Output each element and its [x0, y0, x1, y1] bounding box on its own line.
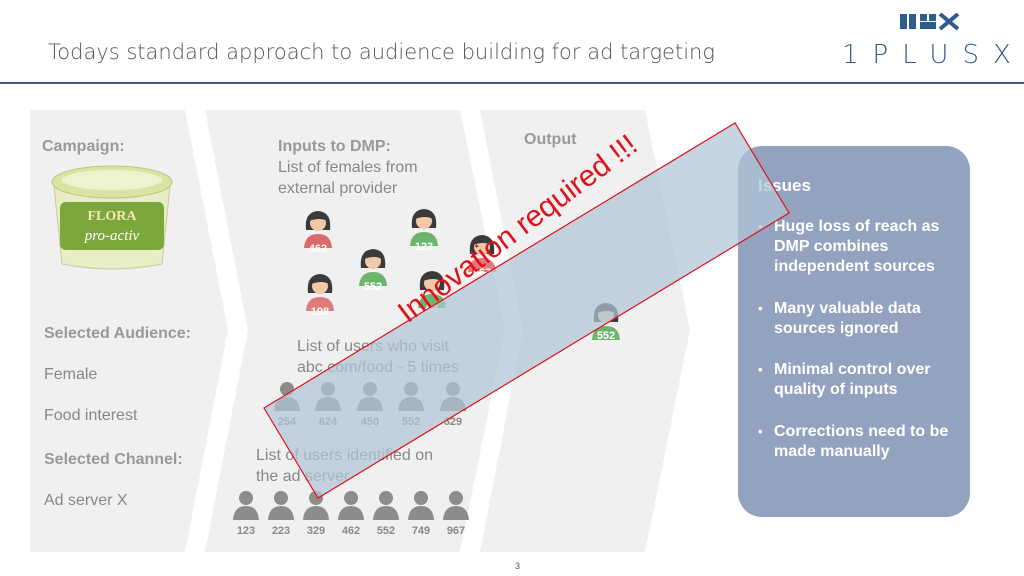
slide: Todays standard approach to audience bui…: [0, 0, 1024, 576]
page-number: 3: [515, 561, 521, 571]
innovation-stamp-box: [263, 122, 790, 499]
